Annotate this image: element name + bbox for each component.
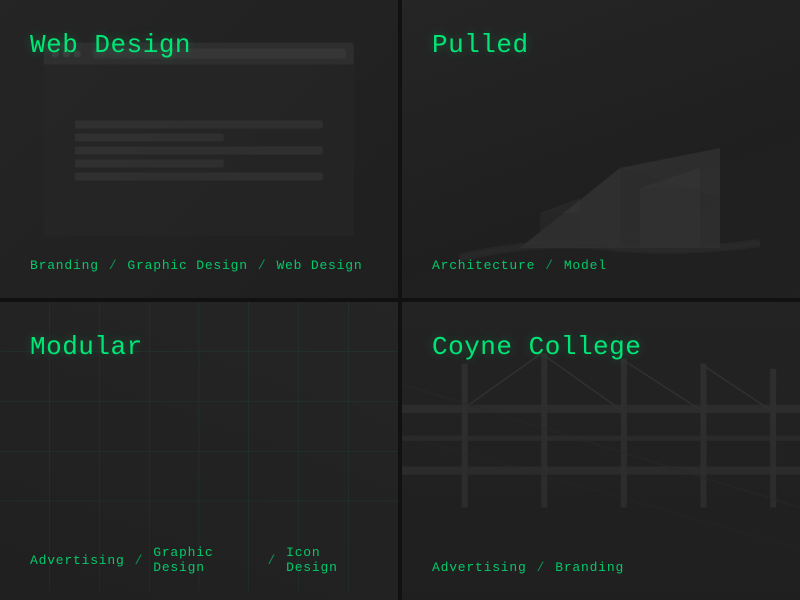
card-content-web-design: Web Design Branding / Graphic Design / W… <box>0 0 398 298</box>
sep-2: / <box>258 258 267 273</box>
card-content-coyne: Coyne College Advertising / Branding <box>402 302 800 600</box>
card-coyne-college[interactable]: Coyne College Advertising / Branding <box>402 302 800 600</box>
card-tags-modular: Advertising / Graphic Design / Icon Desi… <box>30 545 368 575</box>
sep-3: / <box>545 258 554 273</box>
card-title-pulled: Pulled <box>432 30 770 60</box>
card-pulled[interactable]: Pulled Architecture / Model <box>402 0 800 298</box>
card-tags-web-design: Branding / Graphic Design / Web Design <box>30 258 368 273</box>
card-web-design[interactable]: Web Design Branding / Graphic Design / W… <box>0 0 398 298</box>
tag-architecture: Architecture <box>432 258 535 273</box>
tag-graphic-design: Graphic Design <box>127 258 247 273</box>
card-title-coyne: Coyne College <box>432 332 770 362</box>
tag-branding: Branding <box>30 258 99 273</box>
card-content-modular: Modular Advertising / Graphic Design / I… <box>0 302 398 600</box>
card-title-web-design: Web Design <box>30 30 368 60</box>
tag-advertising: Advertising <box>30 553 125 568</box>
tag-advertising-2: Advertising <box>432 560 527 575</box>
sep-4: / <box>135 553 144 568</box>
tag-icon-design: Icon Design <box>286 545 368 575</box>
sep-1: / <box>109 258 118 273</box>
card-content-pulled: Pulled Architecture / Model <box>402 0 800 298</box>
sep-5: / <box>267 553 276 568</box>
portfolio-grid: Web Design Branding / Graphic Design / W… <box>0 0 800 600</box>
tag-model: Model <box>564 258 607 273</box>
card-title-modular: Modular <box>30 332 368 362</box>
sep-6: / <box>537 560 546 575</box>
card-tags-coyne: Advertising / Branding <box>432 560 770 575</box>
card-tags-pulled: Architecture / Model <box>432 258 770 273</box>
card-modular[interactable]: Modular Advertising / Graphic Design / I… <box>0 302 398 600</box>
tag-web-design: Web Design <box>276 258 362 273</box>
tag-branding-2: Branding <box>555 560 624 575</box>
tag-graphic-design-2: Graphic Design <box>153 545 257 575</box>
